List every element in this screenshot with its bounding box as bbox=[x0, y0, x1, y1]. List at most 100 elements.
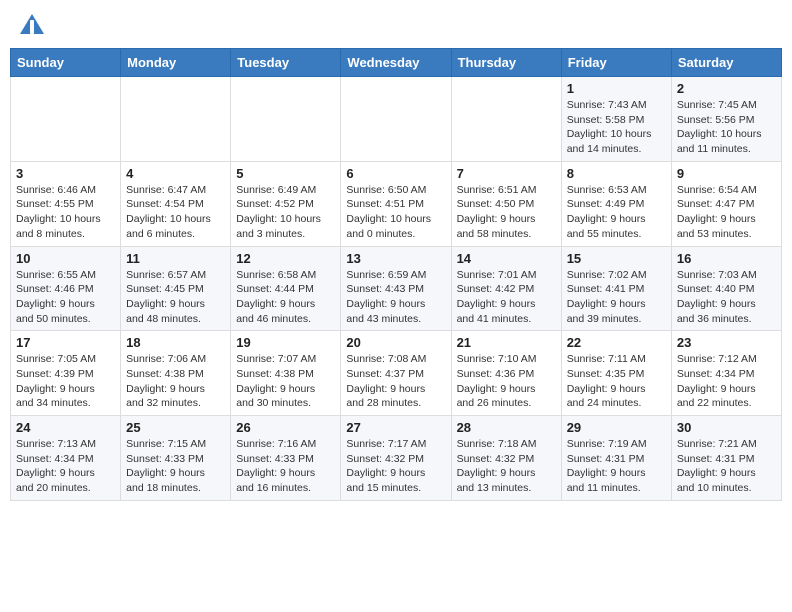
page-header bbox=[10, 10, 782, 40]
day-header-friday: Friday bbox=[561, 49, 671, 77]
week-row-2: 3Sunrise: 6:46 AM Sunset: 4:55 PM Daylig… bbox=[11, 161, 782, 246]
calendar-cell: 30Sunrise: 7:21 AM Sunset: 4:31 PM Dayli… bbox=[671, 416, 781, 501]
calendar-cell bbox=[121, 77, 231, 162]
day-info: Sunrise: 7:07 AM Sunset: 4:38 PM Dayligh… bbox=[236, 352, 335, 411]
day-number: 11 bbox=[126, 251, 225, 266]
calendar-cell: 9Sunrise: 6:54 AM Sunset: 4:47 PM Daylig… bbox=[671, 161, 781, 246]
day-info: Sunrise: 6:58 AM Sunset: 4:44 PM Dayligh… bbox=[236, 268, 335, 327]
day-info: Sunrise: 6:46 AM Sunset: 4:55 PM Dayligh… bbox=[16, 183, 115, 242]
day-number: 26 bbox=[236, 420, 335, 435]
day-number: 19 bbox=[236, 335, 335, 350]
day-number: 9 bbox=[677, 166, 776, 181]
day-header-thursday: Thursday bbox=[451, 49, 561, 77]
calendar-cell: 13 Sunrise: 6:59 AM Sunset: 4:43 PM Dayli… bbox=[341, 246, 451, 331]
day-number: 18 bbox=[126, 335, 225, 350]
day-number: 28 bbox=[457, 420, 556, 435]
day-info: Sunrise: 7:43 AM Sunset: 5:58 PM Dayligh… bbox=[567, 98, 666, 157]
day-number: 1 bbox=[567, 81, 666, 96]
day-number: 22 bbox=[567, 335, 666, 350]
calendar-cell: 21 Sunrise: 7:10 AM Sunset: 4:36 PM Dayli… bbox=[451, 331, 561, 416]
calendar-cell: 11 Sunrise: 6:57 AM Sunset: 4:45 PM Dayli… bbox=[121, 246, 231, 331]
day-info: Sunrise: 6:59 AM Sunset: 4:43 PM Dayligh… bbox=[346, 268, 445, 327]
day-info: Sunrise: 7:10 AM Sunset: 4:36 PM Dayligh… bbox=[457, 352, 556, 411]
day-info: Sunrise: 7:19 AM Sunset: 4:31 PM Dayligh… bbox=[567, 437, 666, 496]
calendar-cell: 14 Sunrise: 7:01 AM Sunset: 4:42 PM Dayli… bbox=[451, 246, 561, 331]
day-info: Sunrise: 6:53 AM Sunset: 4:49 PM Dayligh… bbox=[567, 183, 666, 242]
day-number: 25 bbox=[126, 420, 225, 435]
calendar-cell: 16 Sunrise: 7:03 AM Sunset: 4:40 PM Dayli… bbox=[671, 246, 781, 331]
day-info: Sunrise: 7:16 AM Sunset: 4:33 PM Dayligh… bbox=[236, 437, 335, 496]
calendar-cell bbox=[451, 77, 561, 162]
day-info: Sunrise: 7:21 AM Sunset: 4:31 PM Dayligh… bbox=[677, 437, 776, 496]
calendar-cell: 20 Sunrise: 7:08 AM Sunset: 4:37 PM Dayli… bbox=[341, 331, 451, 416]
day-info: Sunrise: 7:12 AM Sunset: 4:34 PM Dayligh… bbox=[677, 352, 776, 411]
calendar-cell: 5 Sunrise: 6:49 AM Sunset: 4:52 PM Daylig… bbox=[231, 161, 341, 246]
day-number: 21 bbox=[457, 335, 556, 350]
calendar-cell: 12 Sunrise: 6:58 AM Sunset: 4:44 PM Dayli… bbox=[231, 246, 341, 331]
day-info: Sunrise: 7:01 AM Sunset: 4:42 PM Dayligh… bbox=[457, 268, 556, 327]
calendar-cell: 1 Sunrise: 7:43 AM Sunset: 5:58 PM Daylig… bbox=[561, 77, 671, 162]
day-number: 5 bbox=[236, 166, 335, 181]
day-header-sunday: Sunday bbox=[11, 49, 121, 77]
day-header-saturday: Saturday bbox=[671, 49, 781, 77]
calendar-cell: 19 Sunrise: 7:07 AM Sunset: 4:38 PM Dayli… bbox=[231, 331, 341, 416]
calendar-cell: 8 Sunrise: 6:53 AM Sunset: 4:49 PM Daylig… bbox=[561, 161, 671, 246]
day-number: 24 bbox=[16, 420, 115, 435]
day-number: 10 bbox=[16, 251, 115, 266]
day-info: Sunrise: 6:55 AM Sunset: 4:46 PM Dayligh… bbox=[16, 268, 115, 327]
day-header-wednesday: Wednesday bbox=[341, 49, 451, 77]
calendar-cell: 4 Sunrise: 6:47 AM Sunset: 4:54 PM Daylig… bbox=[121, 161, 231, 246]
calendar-table: SundayMondayTuesdayWednesdayThursdayFrid… bbox=[10, 48, 782, 501]
day-number: 13 bbox=[346, 251, 445, 266]
day-number: 14 bbox=[457, 251, 556, 266]
day-number: 29 bbox=[567, 420, 666, 435]
day-number: 23 bbox=[677, 335, 776, 350]
day-info: Sunrise: 7:18 AM Sunset: 4:32 PM Dayligh… bbox=[457, 437, 556, 496]
day-info: Sunrise: 7:08 AM Sunset: 4:37 PM Dayligh… bbox=[346, 352, 445, 411]
day-number: 12 bbox=[236, 251, 335, 266]
calendar-cell: 10 Sunrise: 6:55 AM Sunset: 4:46 PM Dayli… bbox=[11, 246, 121, 331]
calendar-cell: 2 Sunrise: 7:45 AM Sunset: 5:56 PM Daylig… bbox=[671, 77, 781, 162]
day-info: Sunrise: 7:15 AM Sunset: 4:33 PM Dayligh… bbox=[126, 437, 225, 496]
header-row: SundayMondayTuesdayWednesdayThursdayFrid… bbox=[11, 49, 782, 77]
day-number: 4 bbox=[126, 166, 225, 181]
day-info: Sunrise: 7:05 AM Sunset: 4:39 PM Dayligh… bbox=[16, 352, 115, 411]
calendar-cell: 15 Sunrise: 7:02 AM Sunset: 4:41 PM Dayli… bbox=[561, 246, 671, 331]
day-info: Sunrise: 6:57 AM Sunset: 4:45 PM Dayligh… bbox=[126, 268, 225, 327]
day-number: 6 bbox=[346, 166, 445, 181]
day-number: 15 bbox=[567, 251, 666, 266]
calendar-cell: 28 Sunrise: 7:18 AM Sunset: 4:32 PM Dayli… bbox=[451, 416, 561, 501]
week-row-1: 1 Sunrise: 7:43 AM Sunset: 5:58 PM Daylig… bbox=[11, 77, 782, 162]
calendar-cell: 27Sunrise: 7:17 AM Sunset: 4:32 PM Dayli… bbox=[341, 416, 451, 501]
calendar-cell bbox=[231, 77, 341, 162]
day-header-tuesday: Tuesday bbox=[231, 49, 341, 77]
day-header-monday: Monday bbox=[121, 49, 231, 77]
calendar-cell: 7Sunrise: 6:51 AM Sunset: 4:50 PM Daylig… bbox=[451, 161, 561, 246]
calendar-cell: 17Sunrise: 7:05 AM Sunset: 4:39 PM Dayli… bbox=[11, 331, 121, 416]
calendar-cell: 6 Sunrise: 6:50 AM Sunset: 4:51 PM Daylig… bbox=[341, 161, 451, 246]
week-row-5: 24 Sunrise: 7:13 AM Sunset: 4:34 PM Dayli… bbox=[11, 416, 782, 501]
calendar-cell: 18 Sunrise: 7:06 AM Sunset: 4:38 PM Dayli… bbox=[121, 331, 231, 416]
day-info: Sunrise: 6:47 AM Sunset: 4:54 PM Dayligh… bbox=[126, 183, 225, 242]
day-info: Sunrise: 7:11 AM Sunset: 4:35 PM Dayligh… bbox=[567, 352, 666, 411]
calendar-cell bbox=[341, 77, 451, 162]
logo-area bbox=[14, 16, 46, 40]
calendar-cell bbox=[11, 77, 121, 162]
day-info: Sunrise: 7:45 AM Sunset: 5:56 PM Dayligh… bbox=[677, 98, 776, 157]
calendar-cell: 25 Sunrise: 7:15 AM Sunset: 4:33 PM Dayli… bbox=[121, 416, 231, 501]
week-row-3: 10 Sunrise: 6:55 AM Sunset: 4:46 PM Dayli… bbox=[11, 246, 782, 331]
day-number: 8 bbox=[567, 166, 666, 181]
day-info: Sunrise: 7:17 AM Sunset: 4:32 PM Dayligh… bbox=[346, 437, 445, 496]
day-info: Sunrise: 6:49 AM Sunset: 4:52 PM Dayligh… bbox=[236, 183, 335, 242]
day-number: 16 bbox=[677, 251, 776, 266]
calendar-cell: 29 Sunrise: 7:19 AM Sunset: 4:31 PM Dayli… bbox=[561, 416, 671, 501]
calendar-cell: 24 Sunrise: 7:13 AM Sunset: 4:34 PM Dayli… bbox=[11, 416, 121, 501]
day-info: Sunrise: 7:03 AM Sunset: 4:40 PM Dayligh… bbox=[677, 268, 776, 327]
day-info: Sunrise: 7:13 AM Sunset: 4:34 PM Dayligh… bbox=[16, 437, 115, 496]
day-number: 7 bbox=[457, 166, 556, 181]
day-info: Sunrise: 6:50 AM Sunset: 4:51 PM Dayligh… bbox=[346, 183, 445, 242]
day-info: Sunrise: 7:06 AM Sunset: 4:38 PM Dayligh… bbox=[126, 352, 225, 411]
day-info: Sunrise: 7:02 AM Sunset: 4:41 PM Dayligh… bbox=[567, 268, 666, 327]
day-number: 20 bbox=[346, 335, 445, 350]
day-number: 2 bbox=[677, 81, 776, 96]
